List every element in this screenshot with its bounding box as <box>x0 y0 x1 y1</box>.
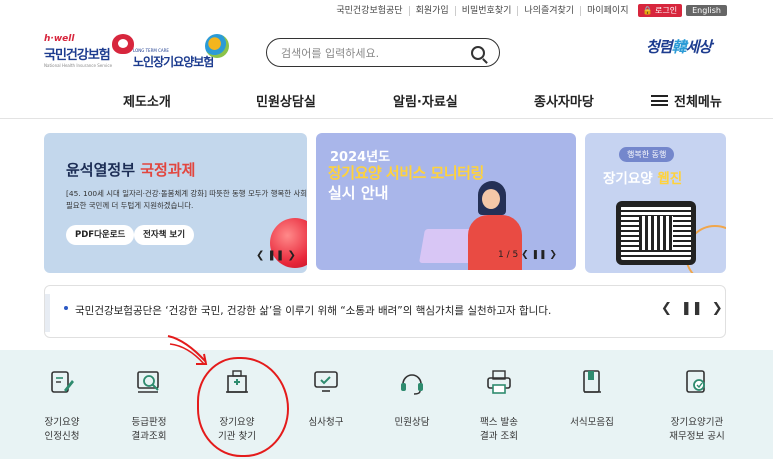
slogan-text-2: 세상 <box>685 38 713 56</box>
banner1-desc: [45. 100세 시대 일자리·건강·돌봄체계 강화] 따뜻한 동행 모두가 … <box>66 189 307 210</box>
quick-menu: 장기요양 인정신청 등급판정 결과조회 장기요양 기관 찾기 심사청구 민원상담 팩스… <box>0 350 773 459</box>
banner3-title-highlight: 웹진 <box>657 171 683 187</box>
qr-code-icon <box>621 206 691 260</box>
banner2-line2: 실시 안내 <box>328 184 389 202</box>
notice-pause-icon[interactable]: ❚❚ <box>681 301 703 316</box>
quick-label: 장기요양 <box>44 417 80 428</box>
headset-icon <box>399 368 425 396</box>
flower-logo-icon <box>205 34 229 58</box>
link-signup[interactable]: 회원가입 <box>408 5 455 16</box>
book-icon <box>579 368 605 396</box>
link-favorites[interactable]: 나의즐겨찾기 <box>517 5 580 16</box>
finance-document-icon <box>684 368 710 396</box>
banner1-title-highlight: 국정과제 <box>140 161 196 179</box>
ltc-logo[interactable]: LONG TERM CARE 노인장기요양보험 <box>133 34 233 74</box>
nav-workers[interactable]: 종사자마당 <box>534 91 594 110</box>
quick-label: 서식모음집 <box>570 417 614 428</box>
notice-ribbon: 국민건강보험공단은 ‘건강한 국민, 건강한 삶’을 이루기 위해 “소통과 배… <box>44 285 726 338</box>
phone-qr-illustration <box>616 201 696 265</box>
integrity-slogan[interactable]: 청렴韓세상 <box>646 36 713 57</box>
red-circle-annotation <box>197 357 289 457</box>
nav-notice-data[interactable]: 알림·자료실 <box>393 91 458 110</box>
banner3-title: 장기요양 웹진 <box>603 167 682 187</box>
top-utility-bar: 국민건강보험공단 회원가입 비밀번호찾기 나의즐겨찾기 마이페이지 🔒 로그인 … <box>330 4 727 17</box>
search-icon[interactable] <box>471 45 485 60</box>
nhis-logo-sub: National Health Insurance Service <box>44 63 113 68</box>
monitor-check-icon <box>313 368 339 396</box>
nhis-logo[interactable]: h·well 국민건강보험 National Health Insurance … <box>44 34 134 74</box>
banner1-title-plain: 윤석열정부 <box>66 161 141 179</box>
main-navigation: 제도소개 민원상담실 알림·자료실 종사자마당 전체메뉴 <box>0 91 773 119</box>
link-nhis[interactable]: 국민건강보험공단 <box>330 6 408 16</box>
slogan-dot: 韓 <box>671 38 687 56</box>
link-mypage[interactable]: 마이페이지 <box>580 5 634 16</box>
banner-monitoring[interactable]: 2024년도 장기요양 서비스 모니터링 실시 안내 1 / 5 ❮ ❚❚ ❯ <box>316 133 576 270</box>
notice-controls: ❮ ❚❚ ❯ <box>661 301 723 316</box>
notice-bar <box>45 294 50 332</box>
quick-label: 등급판정 <box>131 417 167 428</box>
hamburger-icon <box>651 95 668 106</box>
banner1-title: 윤석열정부 국정과제 <box>66 159 195 180</box>
english-button[interactable]: English <box>686 5 727 16</box>
banner-webzine[interactable]: 행복한 동행 장기요양 웹진 <box>585 133 726 273</box>
banner3-badge: 행복한 동행 <box>619 147 675 162</box>
red-arrow-annotation <box>167 335 208 365</box>
search-input[interactable]: 검색어를 입력하세요. <box>281 45 471 61</box>
link-find-password[interactable]: 비밀번호찾기 <box>454 5 518 16</box>
nav-civil-service[interactable]: 민원상담실 <box>256 91 316 110</box>
login-label: 로그인 <box>655 6 678 15</box>
notice-next-icon[interactable]: ❯ <box>712 301 723 316</box>
ebook-view-button[interactable]: 전자책 보기 <box>134 225 195 245</box>
banner2-line1: 장기요양 서비스 모니터링 <box>328 164 484 182</box>
all-menu-label: 전체메뉴 <box>674 95 722 110</box>
quick-label: 장기요양기관 <box>670 417 724 428</box>
notice-bullet <box>64 306 68 310</box>
banner1-controls[interactable]: ❮ ❚❚ ❯ <box>256 250 296 261</box>
pdf-download-button[interactable]: PDF다운로드 <box>66 225 135 245</box>
pen-document-icon <box>49 368 75 396</box>
quick-label: 결과조회 <box>131 431 167 442</box>
quick-label: 팩스 발송 <box>480 417 518 428</box>
search-box[interactable]: 검색어를 입력하세요. <box>266 38 500 67</box>
quick-label: 재무정보 공시 <box>669 431 725 442</box>
quick-label: 민원상담 <box>394 417 430 428</box>
banner2-controls[interactable]: 1 / 5 ❮ ❚❚ ❯ <box>498 250 557 260</box>
banner-national-task[interactable]: 윤석열정부 국정과제 [45. 100세 시대 일자리·건강·돌봄체계 강화] … <box>44 133 307 273</box>
nav-system-intro[interactable]: 제도소개 <box>123 91 171 110</box>
quick-label: 심사청구 <box>308 417 344 428</box>
slogan-text-1: 청렴 <box>646 38 673 56</box>
fax-printer-icon <box>486 368 512 396</box>
notice-text[interactable]: 국민건강보험공단은 ‘건강한 국민, 건강한 삶’을 이루기 위해 “소통과 배… <box>75 303 551 318</box>
all-menu-button[interactable]: 전체메뉴 <box>651 91 722 110</box>
login-button[interactable]: 🔒 로그인 <box>637 4 683 17</box>
quick-label: 결과 조회 <box>480 431 518 442</box>
quick-label: 인정신청 <box>44 431 80 442</box>
heart-logo-icon <box>112 34 134 54</box>
magnifier-chart-icon <box>136 368 162 396</box>
notice-prev-icon[interactable]: ❮ <box>661 301 672 316</box>
banner3-title-plain: 장기요양 <box>603 171 658 187</box>
